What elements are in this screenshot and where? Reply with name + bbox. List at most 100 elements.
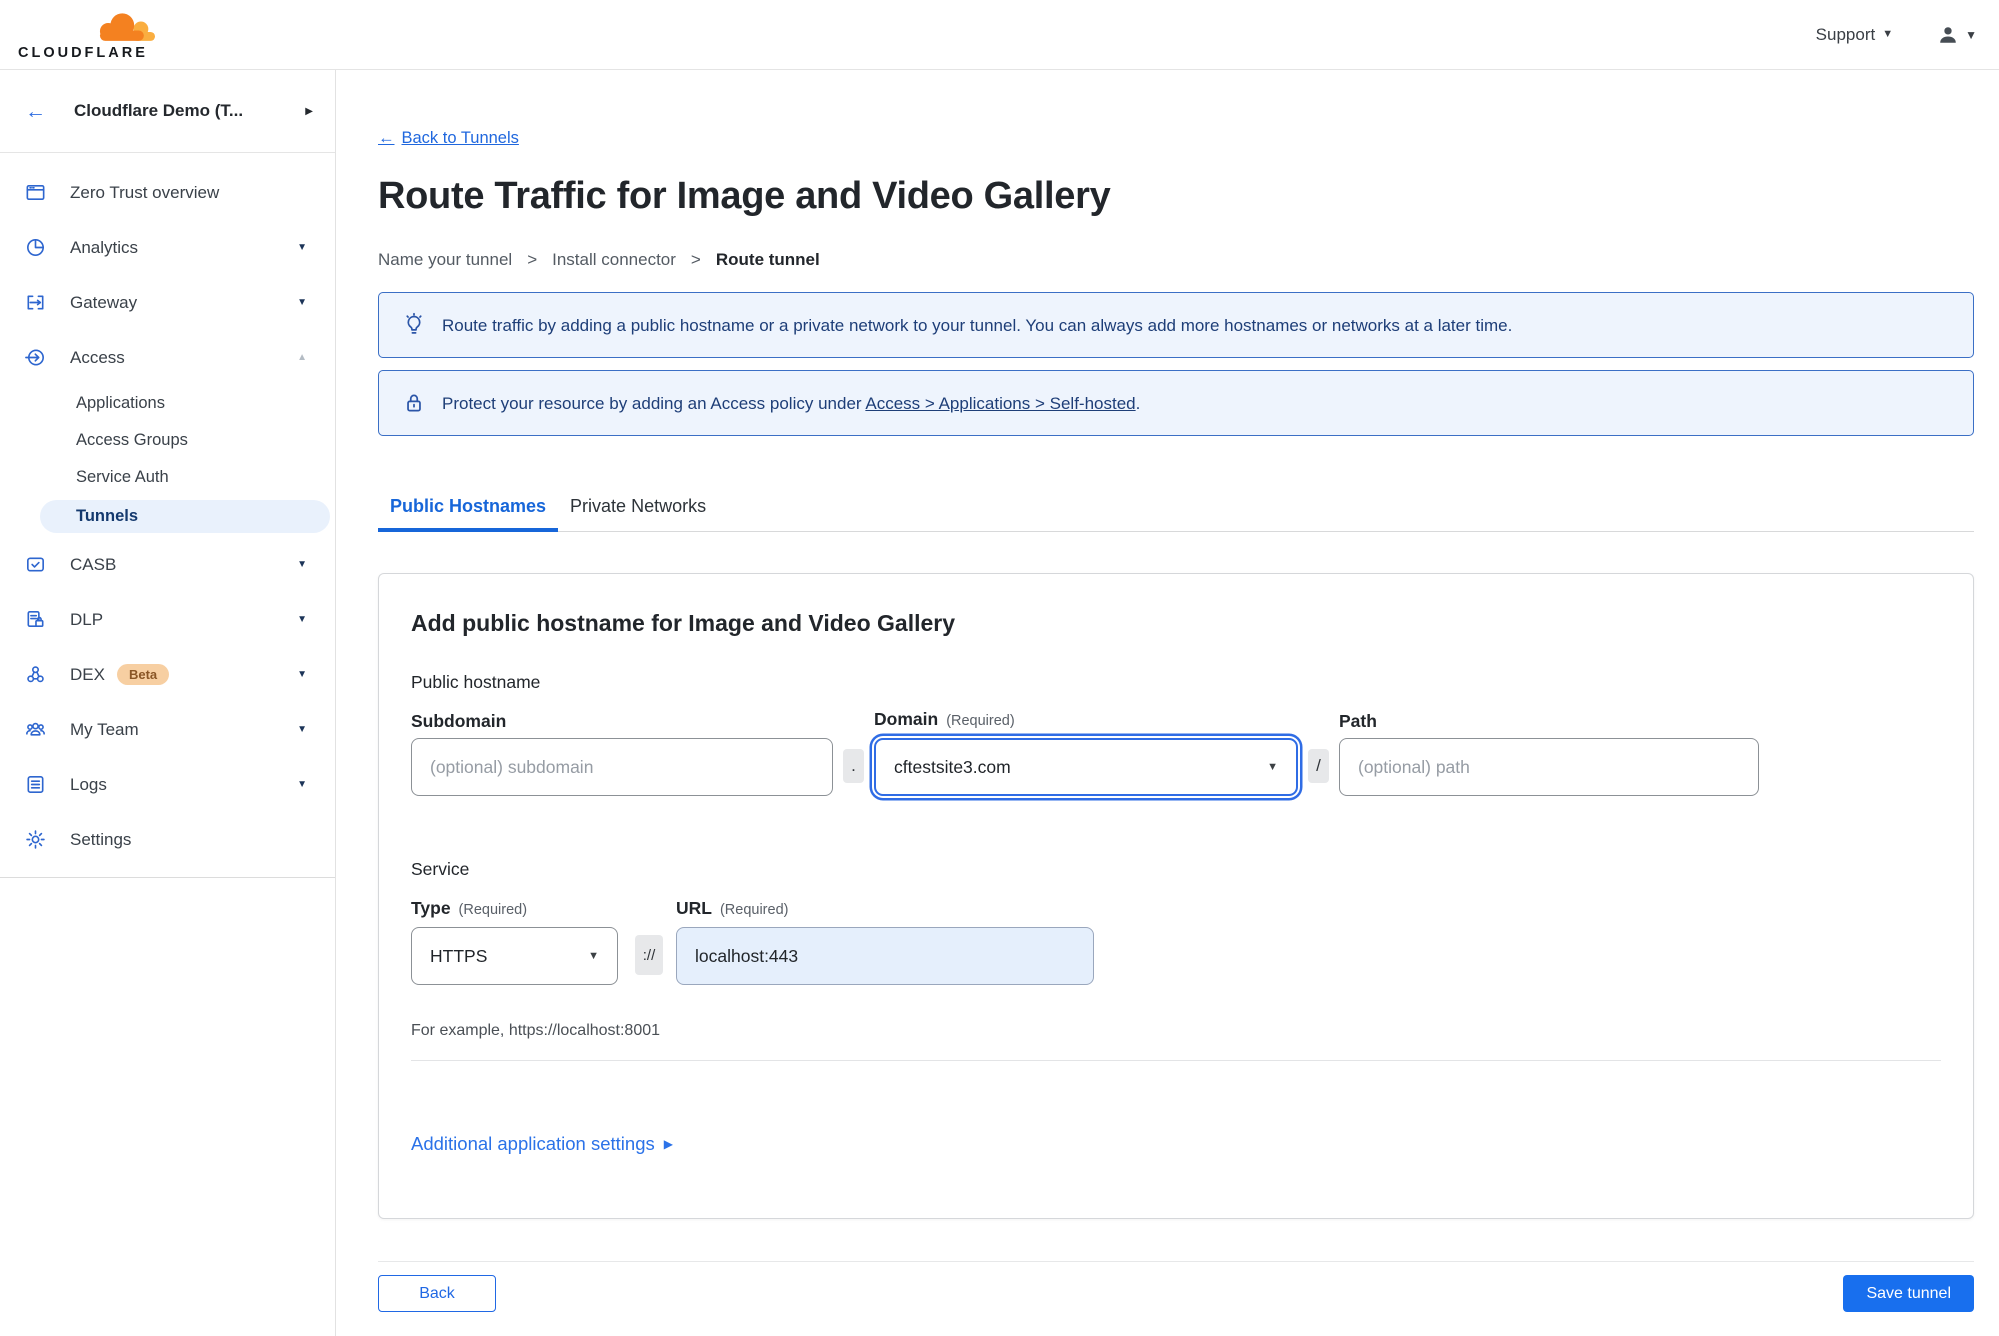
- lock-icon: [407, 394, 421, 412]
- tab-private-networks[interactable]: Private Networks: [558, 496, 718, 532]
- type-label: Type: [411, 898, 451, 918]
- chevron-down-icon: ▼: [297, 296, 307, 308]
- user-icon: [1940, 26, 1956, 43]
- cloudflare-logo[interactable]: CLOUDFLARE: [18, 8, 158, 61]
- main-content: ← Back to Tunnels Route Traffic for Imag…: [336, 70, 1999, 1336]
- subdomain-input[interactable]: [411, 738, 833, 796]
- page-title: Route Traffic for Image and Video Galler…: [378, 175, 1111, 217]
- step-separator: >: [690, 250, 701, 269]
- sidebar-item-dlp[interactable]: DLP ▼: [0, 592, 335, 647]
- team-name: Cloudflare Demo (T...: [74, 101, 244, 120]
- team-icon: [26, 722, 45, 736]
- chevron-down-icon: ▼: [297, 723, 307, 735]
- top-bar: CLOUDFLARE Support ▼ ▼: [0, 0, 1999, 70]
- sidebar-item-logs[interactable]: Logs ▼: [0, 757, 335, 812]
- team-switcher[interactable]: ← Cloudflare Demo (T... ▶: [0, 70, 335, 153]
- chevron-down-icon: ▼: [297, 241, 307, 253]
- window-icon: [26, 184, 45, 201]
- additional-application-settings-link[interactable]: Additional application settings ▶: [411, 1132, 673, 1156]
- service-url-field: URL (Required): [676, 897, 1094, 985]
- caret-down-icon: ▼: [1267, 760, 1278, 773]
- chevron-down-icon: ▼: [297, 778, 307, 790]
- sidebar-item-casb[interactable]: CASB ▼: [0, 537, 335, 592]
- sidebar-nav: Zero Trust overview Analytics ▼ Gateway …: [0, 153, 335, 867]
- gateway-icon: [27, 295, 44, 310]
- sidebar-item-access-groups[interactable]: Access Groups: [0, 422, 335, 459]
- domain-required-note: (Required): [946, 713, 1015, 729]
- dex-network-icon: [27, 666, 44, 683]
- domain-label: Domain: [874, 709, 939, 729]
- dot-separator: .: [843, 749, 864, 783]
- chevron-down-icon: ▼: [1882, 28, 1894, 40]
- caret-down-icon: ▼: [588, 949, 599, 962]
- service-type-select[interactable]: HTTPS ▼: [411, 927, 618, 985]
- support-menu[interactable]: Support ▼: [1816, 25, 1893, 45]
- pie-chart-icon: [27, 239, 44, 256]
- sidebar-item-dex[interactable]: DEX Beta ▼: [0, 647, 335, 702]
- tab-public-hostnames[interactable]: Public Hostnames: [378, 496, 559, 532]
- casb-icon: [27, 557, 44, 572]
- save-tunnel-button[interactable]: Save tunnel: [1843, 1275, 1974, 1312]
- step-install-connector[interactable]: Install connector: [552, 249, 676, 271]
- zero-trust-dashboard: CLOUDFLARE Support ▼ ▼ ← Cloudflare Demo…: [0, 0, 1999, 1336]
- url-example-text: For example, https://localhost:8001: [411, 1022, 661, 1039]
- access-subitems: Applications Access Groups Service Auth …: [0, 385, 335, 533]
- subdomain-label: Subdomain: [411, 711, 507, 731]
- chevron-up-icon: ▲: [297, 351, 307, 363]
- step-route-tunnel: Route tunnel: [715, 250, 820, 269]
- sidebar-item-tunnels[interactable]: Tunnels: [40, 500, 330, 533]
- back-arrow-icon: ←: [378, 129, 395, 147]
- path-field: Path: [1339, 710, 1759, 796]
- sidebar-item-my-team[interactable]: My Team ▼: [0, 702, 335, 757]
- step-name-your-tunnel[interactable]: Name your tunnel: [378, 249, 512, 271]
- info-banner-access-policy: Protect your resource by adding an Acces…: [378, 370, 1974, 436]
- chevron-right-icon: ▶: [305, 105, 313, 117]
- cloudflare-cloud-icon: [99, 13, 156, 41]
- back-button[interactable]: Back: [378, 1275, 496, 1312]
- footer-divider: [378, 1261, 1974, 1262]
- path-input[interactable]: [1339, 738, 1759, 796]
- sidebar-item-analytics[interactable]: Analytics ▼: [0, 220, 335, 275]
- url-required-note: (Required): [719, 902, 789, 918]
- service-field-row: Type (Required) HTTPS ▼ :// URL (Require…: [411, 897, 1941, 985]
- document-lock-icon: [27, 611, 44, 628]
- slash-separator: /: [1308, 749, 1329, 783]
- domain-field: Domain (Required) cftestsite3.com ▼: [874, 708, 1298, 796]
- access-applications-self-hosted-link[interactable]: Access > Applications > Self-hosted: [865, 394, 1135, 413]
- beta-badge: Beta: [116, 664, 170, 685]
- lightbulb-icon: [406, 312, 422, 334]
- banner-text: Route traffic by adding a public hostnam…: [442, 315, 1513, 335]
- top-bar-right: Support ▼ ▼: [1816, 24, 1977, 46]
- sidebar-divider: [0, 877, 335, 878]
- back-arrow-icon[interactable]: ←: [25, 101, 46, 122]
- step-separator: >: [527, 250, 538, 269]
- tab-bar: Public Hostnames Private Networks: [378, 496, 1974, 532]
- service-url-input[interactable]: [676, 927, 1094, 985]
- user-menu[interactable]: ▼: [1937, 24, 1977, 46]
- sidebar-item-zero-trust-overview[interactable]: Zero Trust overview: [0, 165, 335, 220]
- footer-actions: Back Save tunnel: [378, 1275, 1974, 1312]
- type-required-note: (Required): [458, 902, 528, 918]
- service-type-field: Type (Required) HTTPS ▼: [411, 897, 618, 985]
- sidebar: ← Cloudflare Demo (T... ▶ Zero Trust ove…: [0, 70, 336, 1336]
- public-hostname-card: Add public hostname for Image and Video …: [378, 573, 1974, 1219]
- chevron-right-icon: ▶: [663, 1137, 673, 1151]
- public-hostname-section-label: Public hostname: [411, 672, 541, 692]
- sidebar-item-service-auth[interactable]: Service Auth: [0, 459, 335, 496]
- back-to-tunnels-link[interactable]: ← Back to Tunnels: [378, 128, 519, 148]
- chevron-down-icon: ▼: [297, 668, 307, 680]
- chevron-down-icon: ▼: [297, 613, 307, 625]
- chevron-down-icon: ▼: [1965, 27, 1977, 42]
- support-label: Support: [1815, 24, 1876, 44]
- gear-icon: [26, 830, 45, 849]
- cloudflare-wordmark: CLOUDFLARE: [18, 45, 148, 61]
- sidebar-item-settings[interactable]: Settings: [0, 812, 335, 867]
- sidebar-item-access[interactable]: Access ▲: [0, 330, 335, 385]
- card-divider: [411, 1060, 1941, 1061]
- subdomain-field: Subdomain: [411, 710, 833, 796]
- sidebar-item-gateway[interactable]: Gateway ▼: [0, 275, 335, 330]
- url-label: URL: [676, 898, 712, 918]
- scheme-separator: ://: [635, 935, 663, 975]
- sidebar-item-applications[interactable]: Applications: [0, 385, 335, 422]
- domain-select[interactable]: cftestsite3.com ▼: [874, 738, 1298, 796]
